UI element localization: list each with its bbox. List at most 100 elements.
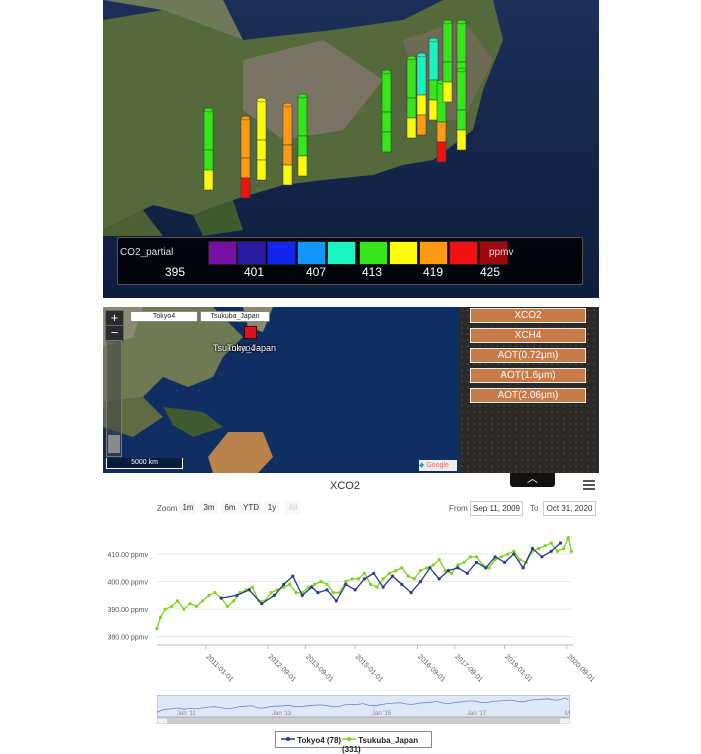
- data-point[interactable]: [456, 563, 460, 567]
- data-point[interactable]: [381, 577, 385, 581]
- range-1y-button[interactable]: 1y: [264, 501, 280, 514]
- data-point[interactable]: [418, 568, 423, 573]
- data-point[interactable]: [353, 588, 357, 592]
- data-point[interactable]: [387, 571, 391, 575]
- data-point[interactable]: [499, 555, 504, 559]
- xch4-button[interactable]: XCH4: [470, 328, 586, 343]
- data-point[interactable]: [450, 571, 454, 575]
- data-point[interactable]: [310, 585, 314, 589]
- data-point[interactable]: [300, 593, 304, 597]
- range-ytd-button[interactable]: YTD: [240, 501, 262, 514]
- data-point[interactable]: [412, 577, 416, 581]
- data-point[interactable]: [294, 591, 298, 595]
- data-point[interactable]: [506, 552, 510, 556]
- data-point[interactable]: [540, 555, 544, 559]
- data-point[interactable]: [549, 541, 553, 545]
- site-label-tsukuba[interactable]: Tsukuba_Japan: [200, 311, 270, 322]
- data-point[interactable]: [512, 552, 516, 556]
- co2-column[interactable]: [416, 52, 427, 136]
- data-point[interactable]: [487, 566, 491, 570]
- zoom-slider[interactable]: [106, 340, 122, 457]
- co2-column[interactable]: [240, 115, 251, 199]
- data-point[interactable]: [344, 582, 348, 586]
- data-point[interactable]: [260, 602, 264, 606]
- collapse-chevron-icon[interactable]: ︿: [510, 473, 555, 487]
- co2-column[interactable]: [442, 19, 453, 103]
- data-point[interactable]: [465, 571, 469, 575]
- data-point[interactable]: [194, 604, 198, 609]
- data-point[interactable]: [462, 560, 466, 564]
- data-point[interactable]: [163, 607, 167, 611]
- co2-column[interactable]: [456, 67, 467, 151]
- data-point[interactable]: [201, 599, 205, 603]
- data-point[interactable]: [409, 591, 413, 595]
- data-point[interactable]: [325, 582, 329, 586]
- co2-column[interactable]: [256, 97, 267, 181]
- to-date-input[interactable]: Oct 31, 2020: [543, 501, 596, 516]
- aot-072-button[interactable]: AOT(0.72μm): [470, 348, 586, 363]
- data-point[interactable]: [269, 591, 273, 595]
- co2-column[interactable]: [428, 37, 439, 121]
- co2-column[interactable]: [203, 107, 214, 191]
- data-point[interactable]: [225, 604, 230, 609]
- data-point[interactable]: [188, 602, 192, 606]
- data-point[interactable]: [235, 593, 239, 597]
- menu-icon[interactable]: [583, 480, 595, 490]
- aot-206-button[interactable]: AOT(2.06μm): [470, 388, 586, 403]
- data-point[interactable]: [372, 571, 376, 575]
- data-point[interactable]: [549, 549, 553, 553]
- data-point[interactable]: [319, 580, 323, 584]
- data-point[interactable]: [437, 577, 441, 581]
- data-point[interactable]: [418, 580, 423, 584]
- data-point[interactable]: [400, 582, 404, 586]
- data-point[interactable]: [250, 585, 255, 589]
- data-point[interactable]: [390, 574, 395, 578]
- data-point[interactable]: [334, 599, 338, 603]
- data-point[interactable]: [431, 563, 435, 567]
- data-point[interactable]: [484, 566, 488, 570]
- legend-item-tsukuba[interactable]: Tsukuba_Japan (331): [342, 735, 431, 754]
- data-point[interactable]: [219, 596, 223, 600]
- data-point[interactable]: [313, 582, 317, 586]
- navigator-window[interactable]: [157, 695, 570, 718]
- data-point[interactable]: [537, 546, 541, 551]
- data-point[interactable]: [381, 585, 385, 589]
- data-point[interactable]: [288, 582, 292, 586]
- data-point[interactable]: [456, 566, 460, 570]
- data-point[interactable]: [316, 591, 320, 595]
- co2-column[interactable]: [297, 93, 308, 177]
- data-point[interactable]: [493, 555, 497, 559]
- zoom-slider-handle[interactable]: [108, 435, 120, 453]
- range-all-button[interactable]: All: [285, 501, 301, 514]
- data-point[interactable]: [272, 593, 276, 597]
- data-point[interactable]: [569, 549, 573, 553]
- data-point[interactable]: [394, 568, 398, 573]
- data-point[interactable]: [176, 599, 180, 603]
- data-point[interactable]: [356, 577, 360, 581]
- site-label-tokyo4[interactable]: Tokyo4: [130, 311, 198, 322]
- data-point[interactable]: [406, 574, 410, 578]
- data-point[interactable]: [555, 549, 560, 553]
- data-point[interactable]: [521, 566, 525, 570]
- range-3m-button[interactable]: 3m: [200, 501, 218, 514]
- data-point[interactable]: [207, 593, 211, 597]
- data-point[interactable]: [232, 599, 236, 603]
- range-1m-button[interactable]: 1m: [179, 501, 197, 514]
- data-point[interactable]: [325, 588, 329, 592]
- data-point[interactable]: [213, 591, 217, 595]
- data-point[interactable]: [558, 541, 563, 545]
- data-point[interactable]: [468, 555, 473, 559]
- data-point[interactable]: [428, 566, 432, 570]
- data-point[interactable]: [344, 580, 348, 584]
- data-point[interactable]: [350, 577, 354, 581]
- data-point[interactable]: [474, 555, 479, 559]
- data-point[interactable]: [437, 557, 441, 562]
- data-point[interactable]: [543, 544, 547, 548]
- co2-column-map[interactable]: CO2_partial ppmv 395 401 407 413 419 425: [103, 0, 599, 298]
- xco2-line-chart[interactable]: 380.00 ppmv 390.00 ppmv 400.00 ppmv 410.00 …: [100, 520, 600, 695]
- aot-16-button[interactable]: AOT(1.6μm): [470, 368, 586, 383]
- data-point[interactable]: [400, 566, 404, 570]
- data-point[interactable]: [362, 571, 366, 575]
- data-point[interactable]: [562, 546, 566, 551]
- data-point[interactable]: [331, 591, 335, 595]
